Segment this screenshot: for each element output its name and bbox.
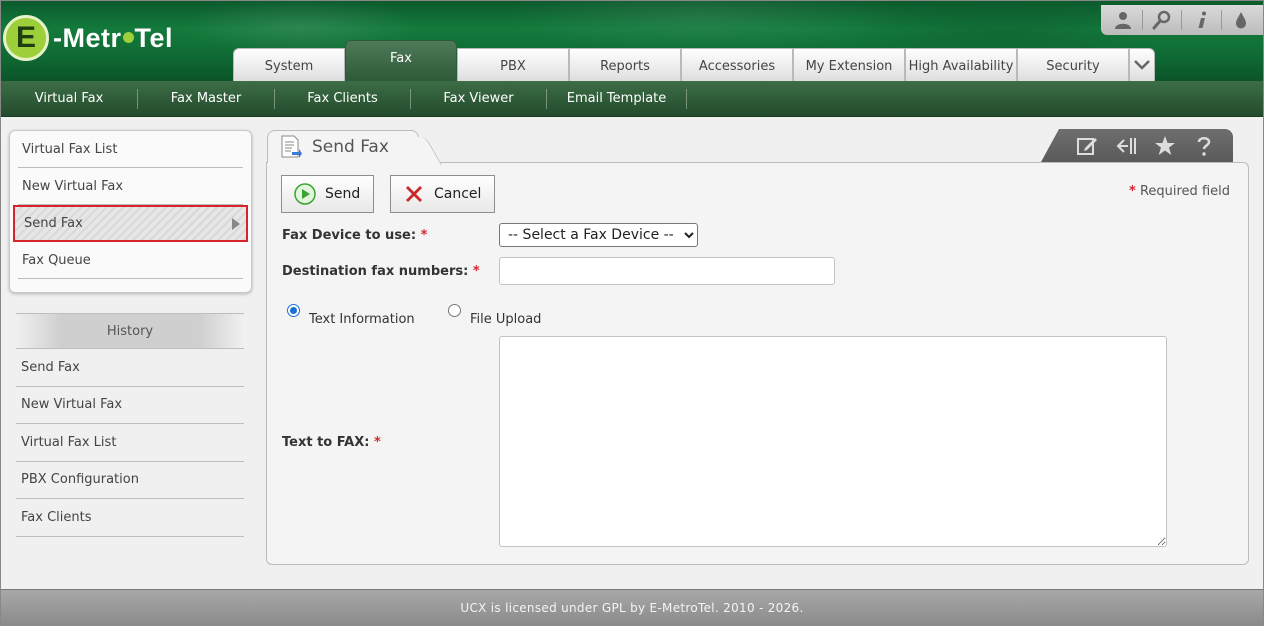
sub-navigation: Virtual Fax Fax Master Fax Clients Fax V… (1, 81, 1263, 117)
history-item-new-virtual-fax[interactable]: New Virtual Fax (16, 387, 244, 424)
logo-word-part-2: Tel (134, 22, 174, 53)
history-title: History (16, 313, 244, 349)
destination-fax-input[interactable] (499, 257, 835, 285)
logo-badge: E (3, 15, 49, 61)
left-menu: Virtual Fax List New Virtual Fax Send Fa… (9, 130, 252, 293)
file-upload-radio[interactable] (448, 304, 461, 317)
cancel-button-label: Cancel (434, 186, 482, 202)
left-menu-item-label: Send Fax (24, 216, 83, 231)
panel-tools (1041, 129, 1233, 162)
subnav-virtual-fax[interactable]: Virtual Fax (1, 88, 138, 109)
close-icon (403, 183, 425, 205)
subnav-fax-master[interactable]: Fax Master (138, 88, 275, 109)
drop-icon[interactable] (1229, 8, 1253, 32)
cancel-button[interactable]: Cancel (390, 175, 495, 213)
logo-word-part-1: -Metr (53, 22, 122, 53)
history-item-virtual-fax-list[interactable]: Virtual Fax List (16, 424, 244, 462)
footer: UCX is licensed under GPL by E-MetroTel.… (1, 589, 1263, 626)
required-star: * (1129, 184, 1136, 199)
subnav-fax-clients[interactable]: Fax Clients (275, 88, 411, 109)
emetrotel-logo[interactable]: E -Metr Tel (3, 15, 173, 61)
main-tabs: System Fax PBX Reports Accessories My Ex… (233, 40, 1155, 81)
tab-pbx[interactable]: PBX (457, 48, 569, 81)
top-toolbar (1101, 5, 1263, 35)
search-icon[interactable] (1150, 8, 1174, 32)
tab-system[interactable]: System (233, 48, 345, 81)
required-note-text: Required field (1139, 184, 1230, 199)
file-upload-label[interactable]: File Upload (470, 312, 541, 327)
history-panel: History Send Fax New Virtual Fax Virtual… (16, 313, 244, 537)
more-tabs-button[interactable] (1129, 48, 1155, 81)
page-title-tab: Send Fax (267, 130, 419, 163)
fax-device-label-text: Fax Device to use: (282, 228, 417, 243)
text-information-radio[interactable] (287, 304, 300, 317)
left-menu-item-virtual-fax-list[interactable]: Virtual Fax List (18, 131, 243, 168)
required-star: * (472, 264, 480, 279)
edit-icon[interactable] (1075, 134, 1099, 158)
toolbar-divider (1141, 10, 1143, 30)
fax-device-select[interactable]: -- Select a Fax Device -- (499, 223, 698, 247)
left-menu-item-fax-queue[interactable]: Fax Queue (18, 242, 243, 279)
star-icon[interactable] (1153, 134, 1177, 158)
destination-label: Destination fax numbers: * (282, 264, 480, 279)
tab-my-extension[interactable]: My Extension (793, 48, 905, 81)
required-field-note: * Required field (1129, 184, 1230, 199)
document-send-icon (281, 135, 302, 158)
history-item-fax-clients[interactable]: Fax Clients (16, 499, 244, 537)
subnav-email-template[interactable]: Email Template (547, 88, 687, 109)
tab-reports[interactable]: Reports (569, 48, 681, 81)
toolbar-divider (1221, 10, 1223, 30)
history-item-send-fax[interactable]: Send Fax (16, 349, 244, 387)
tab-fax[interactable]: Fax (345, 40, 457, 81)
page-title: Send Fax (312, 137, 389, 157)
play-icon (294, 183, 316, 205)
footer-license-text: UCX is licensed under GPL by E-MetroTel.… (460, 601, 804, 615)
left-menu-item-send-fax[interactable]: Send Fax (13, 205, 248, 242)
subnav-fax-viewer[interactable]: Fax Viewer (411, 88, 547, 109)
left-menu-item-new-virtual-fax[interactable]: New Virtual Fax (18, 168, 243, 205)
text-to-fax-textarea[interactable] (499, 336, 1167, 547)
collapse-left-icon[interactable] (1114, 134, 1138, 158)
send-button[interactable]: Send (281, 175, 374, 213)
destination-label-text: Destination fax numbers: (282, 264, 469, 279)
tab-security[interactable]: Security (1017, 48, 1129, 81)
fax-device-label: Fax Device to use: * (282, 228, 427, 243)
history-item-pbx-configuration[interactable]: PBX Configuration (16, 462, 244, 499)
triangle-right-icon (232, 217, 240, 230)
user-icon[interactable] (1111, 8, 1135, 32)
text-information-label[interactable]: Text Information (309, 312, 415, 327)
app-header: E -Metr Tel System Fax PBX Reports Access… (1, 1, 1263, 81)
required-star: * (420, 228, 428, 243)
text-to-fax-label: Text to FAX: * (282, 435, 381, 450)
tab-high-availability[interactable]: High Availability (905, 48, 1017, 81)
logo-dot (122, 32, 134, 44)
text-to-fax-label-text: Text to FAX: (282, 435, 370, 450)
send-button-label: Send (325, 186, 361, 202)
tab-accessories[interactable]: Accessories (681, 48, 793, 81)
toolbar-divider (1181, 10, 1183, 30)
required-star: * (373, 435, 381, 450)
chevron-down-icon (1134, 60, 1150, 70)
info-icon[interactable] (1190, 8, 1214, 32)
logo-wordmark: -Metr Tel (53, 23, 173, 54)
help-icon[interactable] (1192, 134, 1216, 158)
